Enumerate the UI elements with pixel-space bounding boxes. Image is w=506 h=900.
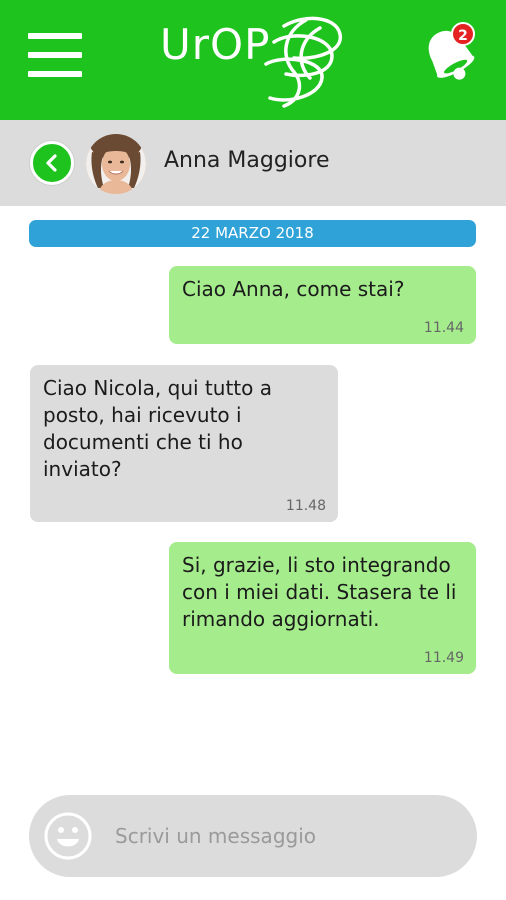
hamburger-menu-icon[interactable] bbox=[28, 33, 82, 77]
contact-bar: Anna Maggiore bbox=[0, 120, 506, 206]
app-header: UrOP 2 bbox=[0, 0, 506, 120]
back-button[interactable] bbox=[30, 141, 74, 185]
message-input[interactable] bbox=[115, 820, 455, 852]
logo-swirl-icon bbox=[264, 16, 342, 108]
menu-bar bbox=[28, 52, 82, 58]
menu-bar bbox=[28, 71, 82, 77]
message-text: Si, grazie, li sto integrando con i miei… bbox=[182, 553, 457, 631]
message-bubble-incoming[interactable]: Ciao Nicola, qui tutto a posto, hai rice… bbox=[30, 365, 338, 522]
smiley-icon[interactable] bbox=[43, 811, 93, 861]
message-time: 11.48 bbox=[285, 498, 326, 514]
contact-name[interactable]: Anna Maggiore bbox=[164, 148, 329, 173]
contact-avatar[interactable] bbox=[86, 134, 146, 194]
chevron-left-icon bbox=[46, 154, 57, 172]
message-bubble-outgoing[interactable]: Si, grazie, li sto integrando con i miei… bbox=[169, 542, 476, 674]
message-composer[interactable] bbox=[29, 795, 477, 877]
avatar-portrait bbox=[86, 134, 146, 194]
message-time: 11.44 bbox=[423, 320, 464, 336]
message-text: Ciao Anna, come stai? bbox=[182, 277, 405, 301]
message-time: 11.49 bbox=[423, 650, 464, 666]
notifications-button[interactable]: 2 bbox=[420, 22, 480, 86]
notification-count-badge: 2 bbox=[451, 22, 475, 46]
app-logo: UrOP bbox=[160, 12, 360, 108]
message-bubble-outgoing[interactable]: Ciao Anna, come stai? 11.44 bbox=[169, 266, 476, 344]
date-separator: 22 MARZO 2018 bbox=[29, 220, 476, 247]
menu-bar bbox=[28, 33, 82, 39]
message-text: Ciao Nicola, qui tutto a posto, hai rice… bbox=[43, 376, 272, 481]
